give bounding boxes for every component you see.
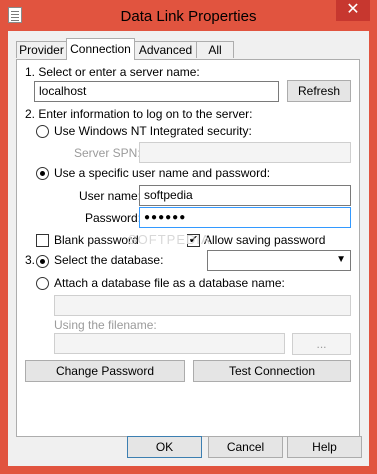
blank-password-checkbox[interactable]: [36, 234, 49, 247]
attach-database-label: Attach a database file as a database nam…: [54, 276, 285, 290]
connection-tab-panel: 1. Select or enter a server name: localh…: [16, 59, 360, 437]
change-password-button[interactable]: Change Password: [25, 360, 185, 382]
tab-all[interactable]: All: [196, 41, 234, 58]
tab-provider[interactable]: Provider: [16, 41, 67, 58]
window-title: Data Link Properties: [120, 8, 257, 25]
select-database-radio[interactable]: [36, 255, 49, 268]
server-spn-label: Server SPN:: [74, 146, 141, 160]
nt-security-label: Use Windows NT Integrated security:: [54, 124, 252, 138]
browse-button[interactable]: ...: [292, 333, 351, 355]
chevron-down-icon: ▼: [336, 254, 346, 265]
title-bar[interactable]: Data Link Properties ✕: [0, 0, 377, 32]
database-select[interactable]: ▼: [207, 250, 351, 271]
softpedia-watermark: SOFTPEDIA: [128, 232, 211, 247]
nt-security-radio[interactable]: [36, 125, 49, 138]
help-button[interactable]: Help: [287, 436, 362, 458]
step1-label: 1. Select or enter a server name:: [25, 65, 200, 79]
filename-input[interactable]: [54, 333, 285, 354]
refresh-button[interactable]: Refresh: [287, 80, 351, 102]
dialog-client-area: Provider Connection Advanced All 1. Sele…: [8, 31, 369, 466]
password-label: Password:: [85, 211, 142, 225]
test-connection-button[interactable]: Test Connection: [193, 360, 351, 382]
step2-label: 2. Enter information to log on to the se…: [25, 107, 253, 121]
allow-saving-label: Allow saving password: [204, 233, 326, 247]
blank-password-label: Blank password: [54, 233, 139, 247]
step3-prefix: 3.: [25, 253, 36, 267]
specific-user-radio[interactable]: [36, 167, 49, 180]
tab-advanced[interactable]: Advanced: [134, 41, 197, 58]
user-name-label: User name:: [79, 189, 142, 203]
using-filename-label: Using the filename:: [54, 318, 157, 332]
password-input[interactable]: ●●●●●●: [139, 207, 351, 228]
dialog-window: Data Link Properties ✕ Provider Connecti…: [0, 0, 377, 474]
user-name-input[interactable]: softpedia: [139, 185, 351, 206]
close-button[interactable]: ✕: [336, 0, 370, 21]
attach-database-radio[interactable]: [36, 277, 49, 290]
server-spn-input[interactable]: [139, 142, 351, 163]
attach-database-input[interactable]: [54, 295, 351, 316]
cancel-button[interactable]: Cancel: [208, 436, 283, 458]
select-database-label: Select the database:: [54, 253, 164, 267]
tab-connection[interactable]: Connection: [66, 38, 135, 60]
specific-user-label: Use a specific user name and password:: [54, 166, 271, 180]
ok-button[interactable]: OK: [127, 436, 202, 458]
server-name-input[interactable]: localhost: [34, 81, 279, 102]
